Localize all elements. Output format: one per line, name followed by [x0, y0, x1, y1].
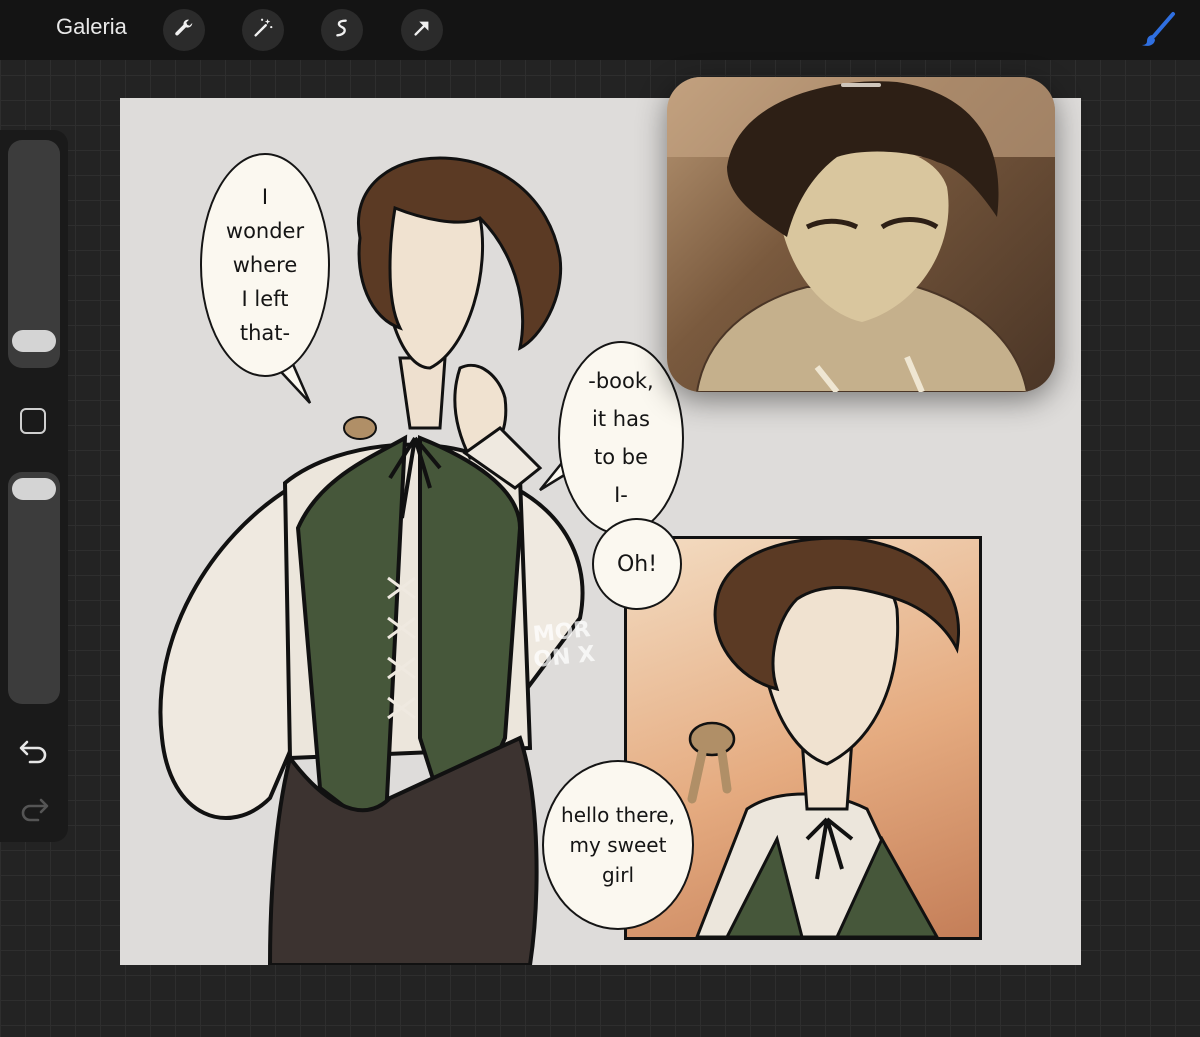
modify-button[interactable]: [20, 408, 46, 434]
undo-button[interactable]: [18, 736, 50, 764]
reference-drag-handle[interactable]: [841, 83, 881, 87]
top-toolbar: Galeria: [0, 0, 1200, 60]
brush-size-thumb[interactable]: [12, 330, 56, 352]
left-sidebar: [0, 130, 68, 842]
redo-button[interactable]: [18, 794, 50, 822]
speech-bubble-3: Oh!: [592, 518, 682, 610]
speech-bubble-4: hello there, my sweet girl: [542, 760, 694, 930]
opacity-thumb[interactable]: [12, 478, 56, 500]
artist-watermark: MOR ON X: [531, 617, 597, 674]
brush-tool-button[interactable]: [1138, 10, 1178, 50]
transform-arrow-icon: [411, 17, 433, 43]
actions-button[interactable]: [163, 9, 205, 51]
redo-icon: [18, 798, 50, 826]
gallery-button[interactable]: Galeria: [56, 14, 127, 40]
opacity-slider[interactable]: [8, 472, 60, 704]
selection-icon: [331, 17, 353, 43]
speech-bubble-1: I wonder where I left that-: [200, 153, 330, 377]
transform-button[interactable]: [401, 9, 443, 51]
brush-icon: [1138, 12, 1178, 54]
brush-size-slider[interactable]: [8, 140, 60, 368]
selection-button[interactable]: [321, 9, 363, 51]
undo-icon: [18, 740, 50, 768]
magic-wand-icon: [252, 17, 274, 43]
reference-portrait: [667, 77, 1055, 392]
adjustments-button[interactable]: [242, 9, 284, 51]
wrench-icon: [173, 17, 195, 43]
reference-window[interactable]: [667, 77, 1055, 392]
speech-bubble-2: -book, it has to be I-: [558, 341, 684, 535]
